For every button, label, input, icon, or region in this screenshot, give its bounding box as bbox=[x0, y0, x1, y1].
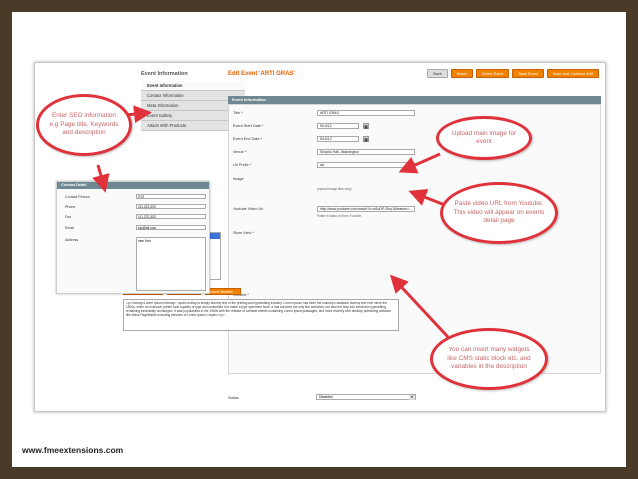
fax-label: Fax bbox=[65, 215, 71, 219]
contact-detail-panel: Contact Detail Contact Person XYZ Phone … bbox=[56, 181, 210, 294]
title-label: Title * bbox=[233, 111, 243, 115]
insert-variable-button[interactable]: Insert Variable... bbox=[204, 288, 241, 295]
content-textarea[interactable]: <p><strong>Lorem Ipsum</strong> <span>&n… bbox=[123, 299, 399, 331]
start-date-input[interactable]: 5/14/12 bbox=[317, 123, 359, 129]
status-label: Status bbox=[228, 396, 239, 400]
store-view-label: Store View * bbox=[233, 231, 254, 235]
url-prefix-label: Url Prefix * bbox=[233, 163, 252, 167]
venue-label: Venue * bbox=[233, 150, 247, 154]
back-button[interactable]: Back bbox=[427, 69, 448, 78]
title-input[interactable]: ARTI GRAS bbox=[317, 110, 415, 116]
video-url-label: Youtube Video Url bbox=[233, 207, 264, 211]
fax-input[interactable]: 111-222-333 bbox=[136, 214, 206, 219]
action-buttons: Back Reset Delete Event Save Event Save … bbox=[427, 69, 599, 78]
email-input[interactable]: xyz@ail.com bbox=[136, 225, 206, 230]
page-title: Edit Event 'ARTI GRAS' bbox=[228, 71, 295, 77]
image-note: (upload image files only) bbox=[317, 187, 352, 191]
image-label: Image bbox=[233, 177, 244, 181]
address-label: Address bbox=[65, 238, 79, 242]
callout-upload-image: Upload main image for event bbox=[436, 116, 532, 160]
email-label: Email bbox=[65, 226, 74, 230]
delete-event-button[interactable]: Delete Event bbox=[475, 69, 510, 78]
form-section-header: Event Information bbox=[228, 96, 601, 104]
end-date-label: Event End Date * bbox=[233, 137, 263, 141]
video-url-input[interactable]: http://www.youtube.com/watch?v=w3oDP-f3n… bbox=[317, 206, 415, 212]
status-select[interactable]: Disabled ▼ bbox=[316, 394, 416, 400]
url-prefix-input[interactable]: art bbox=[317, 162, 415, 168]
end-date-input[interactable]: 5/15/12 bbox=[317, 136, 359, 142]
phone-label: Phone bbox=[65, 205, 76, 209]
phone-input[interactable]: 111-222-333 bbox=[136, 204, 206, 209]
contact-person-label: Contact Person bbox=[65, 195, 90, 199]
callout-widgets: You can insert many widgets like CMS sta… bbox=[430, 328, 548, 390]
contact-person-input[interactable]: XYZ bbox=[136, 194, 206, 199]
start-date-label: Event Start Date * bbox=[233, 124, 264, 128]
calendar-icon[interactable]: ▦ bbox=[363, 123, 369, 129]
tab-event-information[interactable]: Event Information bbox=[141, 81, 245, 91]
save-event-button[interactable]: Save Event bbox=[512, 69, 544, 78]
calendar-icon[interactable]: ▦ bbox=[363, 136, 369, 142]
contact-panel-title: Contact Detail bbox=[57, 182, 209, 189]
callout-youtube-video: Paste video URL from Youtube. This video… bbox=[440, 182, 558, 244]
status-value: Disabled bbox=[319, 395, 333, 399]
venue-input[interactable]: Shopko Hall, Washington bbox=[317, 149, 415, 155]
sidebar-title: Event Information bbox=[141, 71, 188, 77]
callout-seo: Enter SEO information e.g Page title, Ke… bbox=[36, 94, 132, 156]
event-form: Title * ARTI GRAS Event Start Date * 5/1… bbox=[228, 104, 601, 374]
video-url-note: Paste in video url from Youtube. bbox=[317, 214, 363, 218]
save-continue-button[interactable]: Save And Continue Edit bbox=[546, 69, 599, 78]
address-textarea[interactable]: new York bbox=[136, 237, 206, 291]
footer-url: www.fmeextensions.com bbox=[22, 445, 124, 455]
reset-button[interactable]: Reset bbox=[450, 69, 473, 78]
chevron-down-icon: ▼ bbox=[409, 395, 415, 400]
